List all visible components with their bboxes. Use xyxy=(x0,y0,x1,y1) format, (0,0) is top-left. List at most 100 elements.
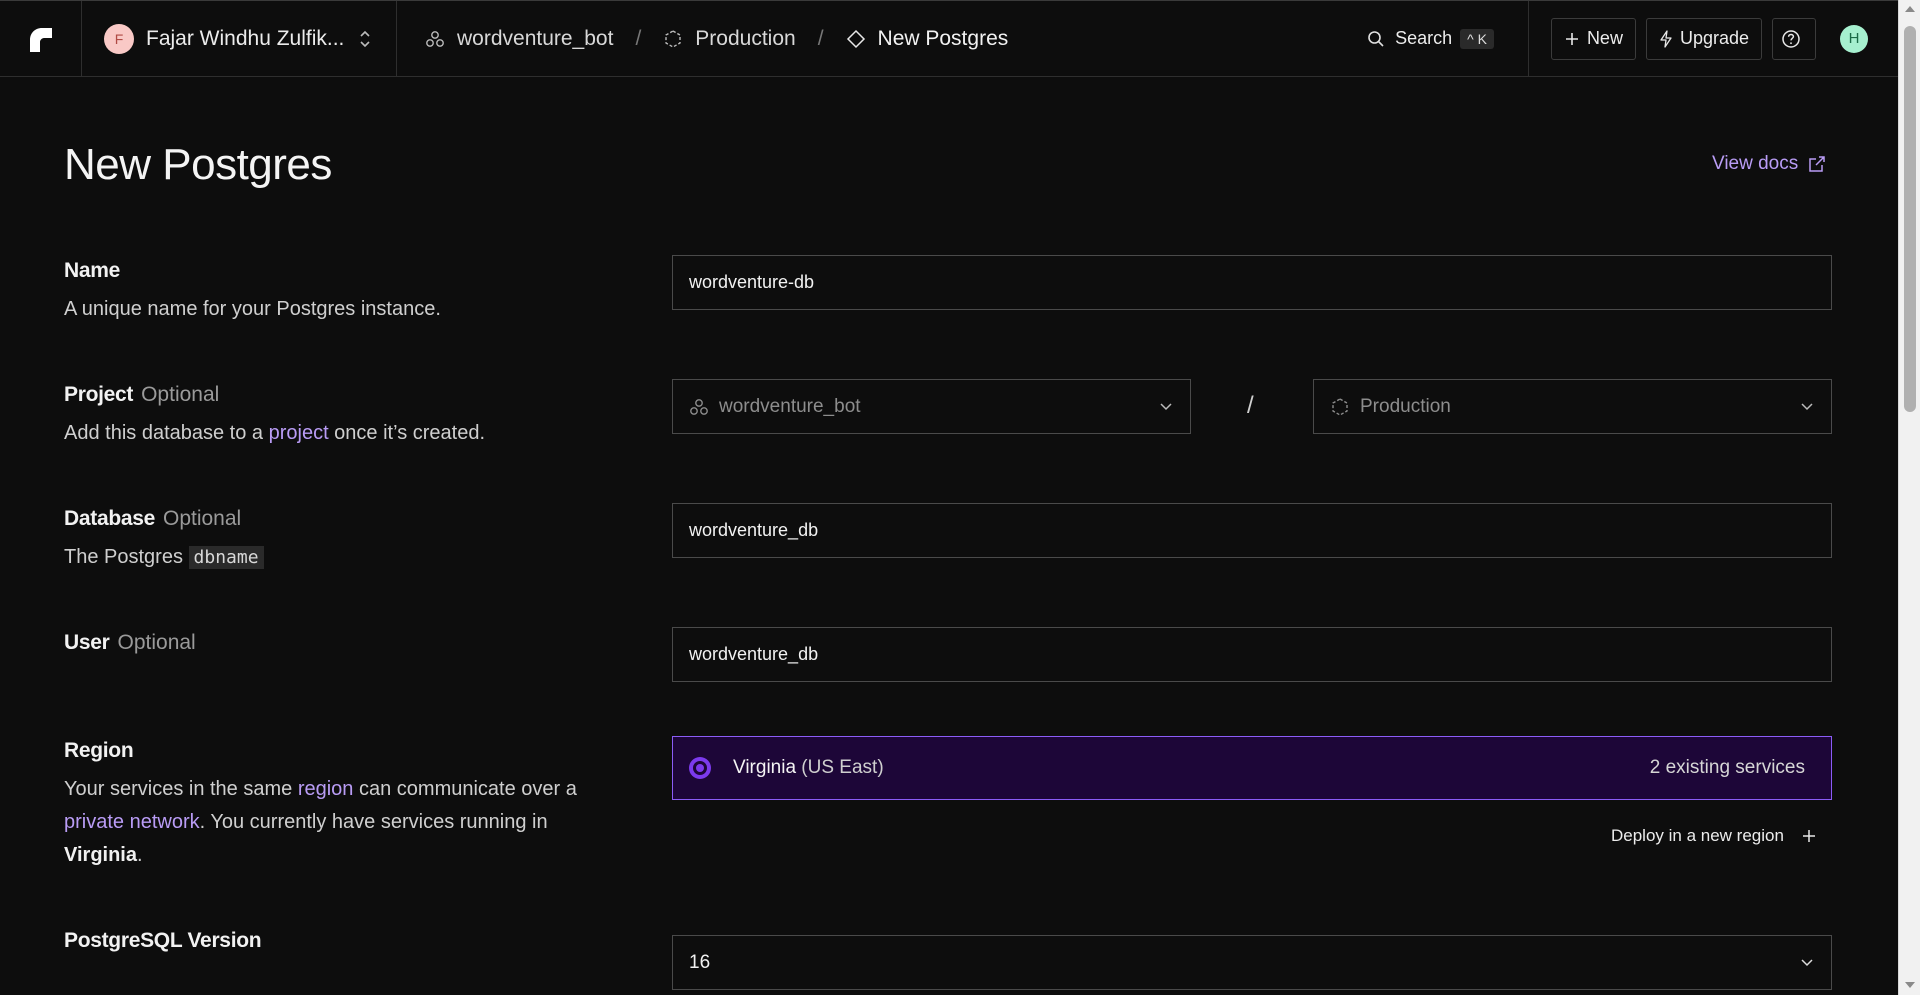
help-button[interactable] xyxy=(1772,17,1816,60)
region-option-virginia[interactable]: Virginia (US East) 2 existing services xyxy=(672,736,1832,800)
region-option-city: Virginia xyxy=(733,757,797,778)
breadcrumb-environment-label: Production xyxy=(695,26,796,50)
optional-tag: Optional xyxy=(117,631,196,654)
breadcrumb-current-label: New Postgres xyxy=(877,26,1009,50)
region-description: Your services in the same region can com… xyxy=(64,773,624,872)
environment-select[interactable]: Production xyxy=(1313,379,1832,434)
region-option-name: Virginia (US East) xyxy=(733,757,884,779)
breadcrumb-environment[interactable]: Production xyxy=(663,26,796,51)
region-desc-2: can communicate over a xyxy=(353,778,577,800)
private-network-link[interactable]: private network xyxy=(64,811,200,833)
project-icon xyxy=(426,30,444,47)
project-desc-before: Add this database to a xyxy=(64,422,269,444)
region-label: Region xyxy=(64,739,134,763)
workspace-name: Fajar Windhu Zulfik... xyxy=(146,26,345,50)
plus-icon xyxy=(1565,32,1578,45)
page-title: New Postgres xyxy=(64,140,332,189)
project-select-value: wordventure_bot xyxy=(719,395,861,417)
search-button[interactable]: Search ^ K xyxy=(1367,28,1494,49)
scroll-down-arrow-icon[interactable] xyxy=(1905,982,1915,988)
project-description: Add this database to a project once it’s… xyxy=(64,417,485,450)
region-docs-link[interactable]: region xyxy=(298,778,354,800)
radio-ring xyxy=(693,761,707,775)
scroll-up-arrow-icon[interactable] xyxy=(1905,6,1915,12)
deploy-new-region-button[interactable]: Deploy in a new region xyxy=(1611,826,1816,846)
breadcrumb-separator: / xyxy=(817,26,824,50)
search-icon xyxy=(1368,30,1384,47)
app-viewport: F Fajar Windhu Zulfik... wordventure_bot… xyxy=(0,0,1898,995)
name-label: Name xyxy=(64,259,120,283)
user-input-value: wordventure_db xyxy=(689,644,819,664)
name-description: A unique name for your Postgres instance… xyxy=(64,298,441,320)
workspace-switcher[interactable]: F Fajar Windhu Zulfik... xyxy=(82,0,397,77)
environment-icon xyxy=(665,29,681,48)
breadcrumb-current: New Postgres xyxy=(846,26,1009,51)
chevron-down-icon xyxy=(1801,959,1813,967)
database-input[interactable]: wordventure_db xyxy=(672,503,1832,558)
project-desc-after: once it’s created. xyxy=(328,422,486,444)
top-actions: New Upgrade H xyxy=(1527,0,1898,77)
name-label-text: Name xyxy=(64,259,120,282)
version-label-text: PostgreSQL Version xyxy=(64,929,262,952)
view-docs-label: View docs xyxy=(1712,153,1799,174)
new-button-label: New xyxy=(1586,28,1623,48)
database-label-text: Database xyxy=(64,507,155,530)
view-docs-link[interactable]: View docs xyxy=(1712,153,1826,175)
database-input-value: wordventure_db xyxy=(689,520,819,540)
postgres-diamond-icon xyxy=(846,29,865,48)
upgrade-button[interactable]: Upgrade xyxy=(1645,17,1762,60)
postgres-version-select[interactable]: 16 xyxy=(672,935,1832,990)
breadcrumb-project-label: wordventure_bot xyxy=(457,26,614,50)
help-circle-icon xyxy=(1781,29,1800,48)
project-select[interactable]: wordventure_bot xyxy=(672,379,1191,434)
name-input-value: wordventure-db xyxy=(689,272,815,292)
external-link-icon xyxy=(1809,156,1826,172)
workspace-avatar: F xyxy=(104,23,134,54)
database-desc-before: The Postgres xyxy=(64,546,189,568)
optional-tag: Optional xyxy=(162,507,242,530)
region-desc-3: . You currently have services running in xyxy=(199,811,548,833)
chevron-down-icon xyxy=(1801,403,1813,411)
new-button[interactable]: New xyxy=(1550,17,1636,60)
logo-home-link[interactable] xyxy=(0,0,82,77)
environment-select-value: Production xyxy=(1360,395,1451,417)
project-icon xyxy=(690,398,708,415)
region-service-count: 2 existing services xyxy=(1649,757,1805,778)
plus-icon xyxy=(1802,830,1815,842)
database-label: Database Optional xyxy=(64,507,241,531)
user-avatar[interactable]: H xyxy=(1840,24,1868,53)
lightning-icon xyxy=(1660,29,1672,48)
name-input[interactable]: wordventure-db xyxy=(672,255,1832,310)
breadcrumb: wordventure_bot / Production / New Postg… xyxy=(397,27,1367,51)
database-description: The Postgres dbname xyxy=(64,541,264,574)
breadcrumb-separator: / xyxy=(635,26,642,50)
region-option-sub: (US East) xyxy=(796,757,884,778)
region-label-text: Region xyxy=(64,739,134,762)
scrollbar-thumb[interactable] xyxy=(1904,26,1916,412)
region-desc-4: . xyxy=(137,844,143,866)
project-label-text: Project xyxy=(64,383,134,406)
radio-dot xyxy=(696,764,704,772)
render-logo-icon xyxy=(29,27,52,52)
optional-tag: Optional xyxy=(141,383,220,406)
radio-selected xyxy=(689,757,711,779)
user-label: User Optional xyxy=(64,631,196,655)
dbname-code: dbname xyxy=(188,546,264,569)
user-input[interactable]: wordventure_db xyxy=(672,627,1832,682)
upgrade-button-label: Upgrade xyxy=(1679,28,1749,48)
search-label: Search xyxy=(1395,28,1453,48)
region-desc-1: Your services in the same xyxy=(64,778,298,800)
project-docs-link[interactable]: project xyxy=(269,422,329,444)
search-shortcut-badge: ^ K xyxy=(1460,28,1494,49)
project-label: Project Optional xyxy=(64,383,219,407)
user-label-text: User xyxy=(64,631,110,654)
postgres-version-value: 16 xyxy=(689,951,711,973)
deploy-new-region-label: Deploy in a new region xyxy=(1611,826,1784,845)
project-environment-separator: / xyxy=(1247,392,1254,419)
version-label: PostgreSQL Version xyxy=(64,929,262,953)
breadcrumb-project[interactable]: wordventure_bot xyxy=(425,27,613,51)
chevron-up-down-icon xyxy=(360,30,370,47)
page-scrollbar[interactable] xyxy=(1898,0,1920,995)
environment-icon xyxy=(1332,397,1348,416)
top-navigation-bar: F Fajar Windhu Zulfik... wordventure_bot… xyxy=(0,0,1898,77)
